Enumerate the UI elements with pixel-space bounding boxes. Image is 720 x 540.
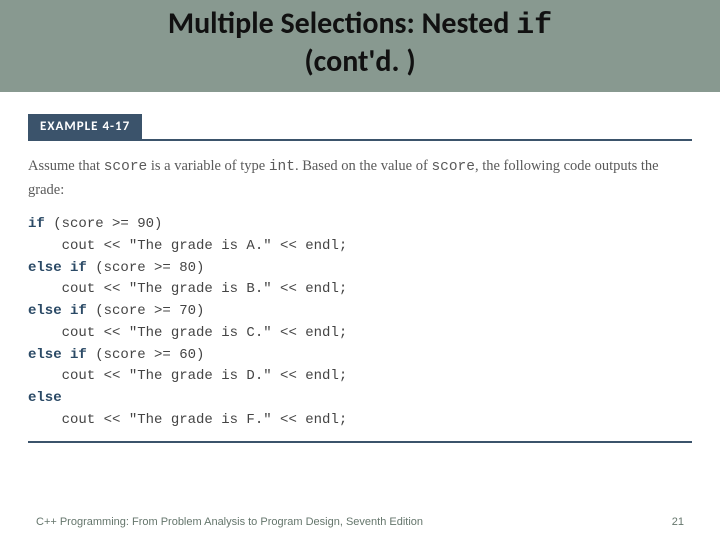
footer-text: C++ Programming: From Problem Analysis t… — [36, 516, 423, 528]
code-l3: (score >= 80) — [87, 260, 205, 276]
intro-mid2: . Based on the value of — [295, 158, 432, 174]
slide-title: Multiple Selections: Nested if (cont'd. … — [20, 6, 700, 80]
code-l8: cout << "The grade is D." << endl; — [28, 368, 347, 384]
code-l5: (score >= 70) — [87, 303, 205, 319]
code-l6: cout << "The grade is C." << endl; — [28, 325, 347, 341]
top-rule — [28, 139, 692, 141]
intro-var3: score — [431, 159, 475, 175]
kw-if: if — [28, 216, 45, 232]
intro-var2: int — [269, 159, 295, 175]
title-band: Multiple Selections: Nested if (cont'd. … — [0, 0, 720, 92]
code-l7: (score >= 60) — [87, 347, 205, 363]
bottom-rule — [28, 441, 692, 443]
intro-var1: score — [104, 159, 148, 175]
title-post: (cont'd. ) — [304, 43, 415, 80]
slide: Multiple Selections: Nested if (cont'd. … — [0, 0, 720, 540]
kw-elseif-3: else if — [28, 347, 87, 363]
intro-pre: Assume that — [28, 158, 104, 174]
code-l2: cout << "The grade is A." << endl; — [28, 238, 347, 254]
footer: C++ Programming: From Problem Analysis t… — [0, 516, 720, 528]
page-number: 21 — [672, 516, 684, 528]
example-label: EXAMPLE 4-17 — [28, 114, 142, 139]
code-l1: (score >= 90) — [45, 216, 163, 232]
kw-else: else — [28, 390, 62, 406]
kw-elseif-2: else if — [28, 303, 87, 319]
title-pre: Multiple Selections: Nested — [168, 5, 516, 42]
code-l10: cout << "The grade is F." << endl; — [28, 412, 347, 428]
code-l4: cout << "The grade is B." << endl; — [28, 281, 347, 297]
intro-text: Assume that score is a variable of type … — [28, 155, 692, 202]
content-area: EXAMPLE 4-17 Assume that score is a vari… — [0, 92, 720, 443]
code-block: if (score >= 90) cout << "The grade is A… — [28, 214, 692, 431]
intro-mid1: is a variable of type — [147, 158, 269, 174]
kw-elseif-1: else if — [28, 260, 87, 276]
title-code: if — [516, 9, 552, 43]
